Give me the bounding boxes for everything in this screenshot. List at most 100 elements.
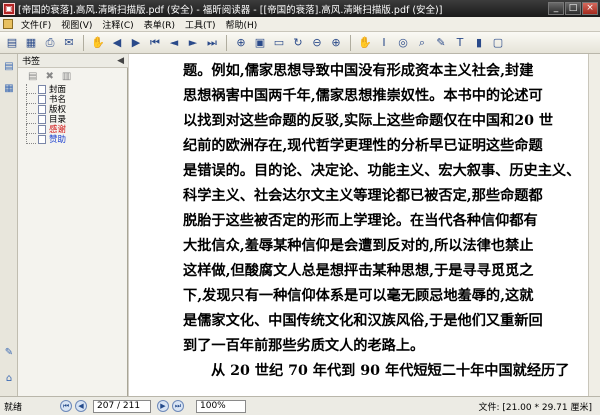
attachments-tab-icon[interactable]: ⌂ — [2, 370, 16, 386]
text-select-icon[interactable]: Ⅰ — [376, 35, 392, 51]
next-page-icon[interactable]: ► — [185, 35, 201, 51]
tree-line — [26, 104, 36, 114]
zoom-in-icon[interactable]: ⊕ — [328, 35, 344, 51]
toolbar-separator — [350, 34, 351, 51]
tree-line — [26, 114, 36, 124]
tree-line — [26, 84, 36, 94]
text-line: 思想祸害中国两千年,儒家思想推崇奴性。本书中的论述可 — [183, 88, 543, 104]
email-icon[interactable]: ✉ — [61, 35, 77, 51]
page-icon — [38, 134, 46, 144]
menu-comment[interactable]: 注释(C) — [97, 18, 138, 31]
text-line: 是儒家文化、中国传统文化和汉族风俗,于是他们又重新回 — [183, 313, 543, 329]
print-icon[interactable]: ⎙ — [42, 35, 58, 51]
page-icon — [38, 114, 46, 124]
page-icon — [38, 94, 46, 104]
save-icon[interactable]: ▦ — [23, 35, 39, 51]
typewriter-icon[interactable]: T — [452, 35, 468, 51]
page-icon — [38, 104, 46, 114]
rotate-icon[interactable]: ↻ — [290, 35, 306, 51]
tree-line — [26, 134, 36, 144]
fit-page-icon[interactable]: ▣ — [252, 35, 268, 51]
last-page-button[interactable]: ⏭ — [172, 400, 184, 412]
bookmark-panel-header: 书签 ◀ — [18, 54, 128, 68]
open-icon[interactable]: ▤ — [4, 35, 20, 51]
menu-file[interactable]: 文件(F) — [16, 18, 56, 31]
bookmark-list: 封面 书名 版权 目录 感谢 赞助 — [22, 84, 126, 145]
prev-page-button[interactable]: ◀ — [75, 400, 87, 412]
text-line: 大批信众,羞辱某种信仰是会遭到反对的,所以法律也禁止 — [183, 238, 534, 254]
next-page-button[interactable]: ▶ — [157, 400, 169, 412]
toolbar-separator — [226, 34, 227, 51]
page-icon — [38, 124, 46, 134]
select-tool-icon[interactable]: ✋ — [357, 35, 373, 51]
first-page-icon[interactable]: ⏮ — [147, 35, 163, 51]
page-icon — [38, 84, 46, 94]
fit-width-icon[interactable]: ▭ — [271, 35, 287, 51]
bookmark-item[interactable]: 目录 — [22, 114, 126, 125]
bookmark-tools: ▤ ✖ ▥ — [18, 68, 128, 84]
text-line: 科学主义、社会达尔文主义等理论都已被否定,那些命题都 — [183, 188, 543, 204]
panel-tabs: ▤ ▦ ✎ ⌂ — [0, 54, 18, 396]
expand-bookmarks-icon[interactable]: ▥ — [62, 71, 71, 82]
bookmark-panel-title: 书签 — [22, 57, 41, 67]
forward-icon[interactable]: ▶ — [128, 35, 144, 51]
page-size-info: 文件: [21.00 * 29.71 厘米] — [478, 403, 592, 413]
note-icon[interactable]: ▢ — [490, 35, 506, 51]
snapshot-icon[interactable]: ◎ — [395, 35, 411, 51]
bookmark-label: 赞助 — [49, 135, 67, 145]
text-line: 纪前的欧洲存在,现代哲学更理性的分析早已证明这些命题 — [183, 138, 543, 154]
menu-bar: 文件(F) 视图(V) 注释(C) 表单(R) 工具(T) 帮助(H) — [0, 17, 600, 32]
window-title: [帝国的衰落].高风.清晰扫描版.pdf (安全) - 福昕阅读器 - [[帝国… — [18, 4, 443, 16]
status-bar: 就绪 ⏮ ◀ 207 / 211 ▶ ⏭ 100% 文件: [21.00 * 2… — [0, 396, 600, 415]
bookmark-item[interactable]: 版权 — [22, 104, 126, 115]
zoom-input[interactable]: 100% — [196, 399, 246, 413]
toolbar-separator — [83, 34, 84, 51]
last-page-icon[interactable]: ⏭ — [204, 35, 220, 51]
bookmark-panel: ▤ ▦ ✎ ⌂ 书签 ◀ ▤ ✖ ▥ 封面 书名 版权 目录 感谢 赞助 — [0, 54, 128, 396]
highlight-icon[interactable]: ▮ — [471, 35, 487, 51]
back-icon[interactable]: ◀ — [109, 35, 125, 51]
menu-help[interactable]: 帮助(H) — [221, 18, 263, 31]
tree-line — [26, 94, 36, 104]
page-number-input[interactable]: 207 / 211 — [93, 399, 151, 413]
prev-page-icon[interactable]: ◄ — [166, 35, 182, 51]
document-view[interactable]: 题。例如,儒家思想导致中国没有形成资本主义社会,封建 思想祸害中国两千年,儒家思… — [129, 54, 600, 396]
tree-line — [26, 124, 36, 134]
pdf-reader-icon: ▣ — [3, 2, 15, 15]
text-line: 这样做,但酸腐文人总是想抨击某种思想,于是寻寻觅觅之 — [183, 263, 534, 279]
text-line: 以找到对这些命题的反驳,实际上这些命题仅在中国和20 世 — [183, 113, 554, 129]
zoom-icon[interactable]: ⊕ — [233, 35, 249, 51]
find-icon[interactable]: ⌕ — [414, 35, 430, 51]
text-line: 脱胎于这些被否定的形而上学理论。在当代各种信仰都有 — [183, 213, 538, 229]
bookmark-item[interactable]: 感谢 — [22, 124, 126, 135]
text-line: 下,发现只有一种信仰体系是可以毫无顾忌地羞辱的,这就 — [183, 288, 534, 304]
document-menu-icon[interactable] — [3, 19, 13, 29]
minimize-button[interactable]: _ — [548, 2, 564, 15]
hand-tool-icon[interactable]: ✋ — [90, 35, 106, 51]
vertical-scrollbar[interactable] — [588, 54, 600, 396]
text-line: 题。例如,儒家思想导致中国没有形成资本主义社会,封建 — [183, 63, 534, 79]
text-line: 到了一百年前那些劣质文人的老路上。 — [183, 338, 425, 354]
bookmarks-tab-icon[interactable]: ▤ — [2, 58, 16, 74]
comments-tab-icon[interactable]: ✎ — [2, 344, 16, 360]
title-bar: ▣ [帝国的衰落].高风.清晰扫描版.pdf (安全) - 福昕阅读器 - [[… — [0, 0, 600, 17]
annotate-icon[interactable]: ✎ — [433, 35, 449, 51]
bookmark-item[interactable]: 赞助 — [22, 134, 126, 145]
menu-form[interactable]: 表单(R) — [139, 18, 180, 31]
maximize-button[interactable]: □ — [565, 2, 581, 15]
bookmark-item[interactable]: 封面 — [22, 84, 126, 95]
text-line: 从 20 世纪 70 年代到 90 年代短短二十年中国就经历了 — [211, 363, 570, 379]
delete-bookmark-icon[interactable]: ✖ — [45, 71, 53, 82]
close-button[interactable]: × — [582, 2, 598, 15]
add-bookmark-icon[interactable]: ▤ — [28, 71, 37, 82]
status-text: 就绪 — [4, 402, 23, 413]
first-page-button[interactable]: ⏮ — [60, 400, 72, 412]
main-toolbar: ▤ ▦ ⎙ ✉ ✋ ◀ ▶ ⏮ ◄ ► ⏭ ⊕ ▣ ▭ ↻ ⊖ ⊕ ✋ Ⅰ ◎ … — [0, 32, 600, 54]
menu-view[interactable]: 视图(V) — [56, 18, 97, 31]
menu-tools[interactable]: 工具(T) — [180, 18, 221, 31]
thumbnails-tab-icon[interactable]: ▦ — [2, 80, 16, 96]
collapse-panel-icon[interactable]: ◀ — [117, 56, 124, 66]
page-navigation: ⏮ ◀ 207 / 211 ▶ ⏭ — [60, 399, 184, 413]
zoom-out-icon[interactable]: ⊖ — [309, 35, 325, 51]
bookmark-item[interactable]: 书名 — [22, 94, 126, 105]
